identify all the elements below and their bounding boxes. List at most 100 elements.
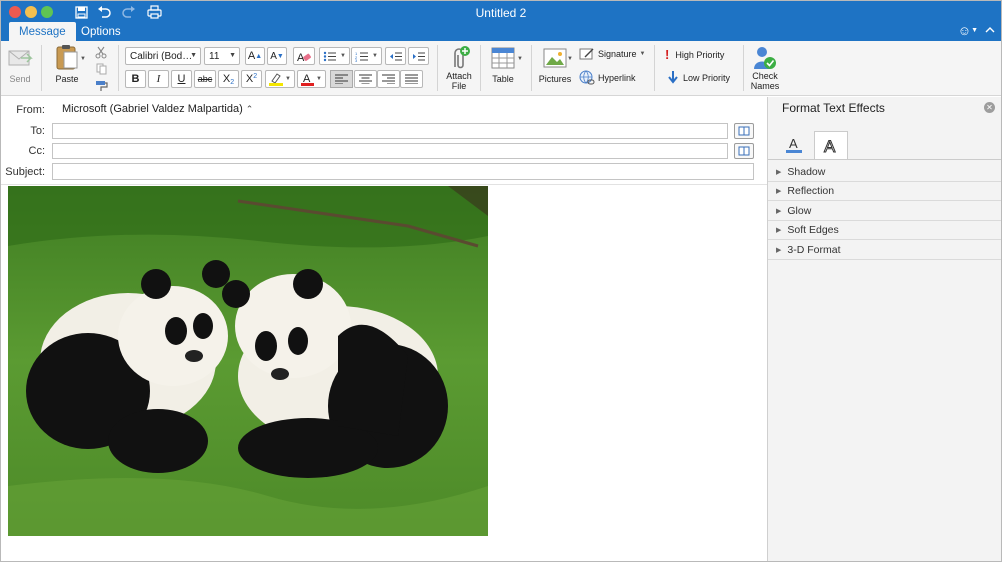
- section-3d-format[interactable]: ▶ 3-D Format: [768, 241, 1001, 260]
- signature-icon: [579, 48, 594, 60]
- decrease-indent-icon[interactable]: [385, 47, 406, 65]
- cc-field[interactable]: [52, 143, 728, 159]
- expand-triangle-icon: ▶: [776, 247, 782, 254]
- high-priority-label: High Priority: [675, 49, 725, 60]
- cc-address-book-icon[interactable]: [734, 143, 754, 159]
- section-shadow[interactable]: ▶ Shadow: [768, 163, 1001, 182]
- subject-label: Subject:: [5, 166, 45, 178]
- chevron-down-icon: ▼: [639, 51, 646, 57]
- ribbon-divider: [743, 45, 744, 91]
- highlight-button[interactable]: ▼: [265, 70, 295, 88]
- clear-formatting-icon[interactable]: A: [293, 47, 315, 65]
- text-effects-tab[interactable]: A: [814, 131, 848, 159]
- to-label: To:: [30, 125, 45, 137]
- svg-text:A: A: [824, 137, 836, 156]
- from-account-selector[interactable]: Microsoft (Gabriel Valdez Malpartida) ⌃: [62, 103, 253, 115]
- section-reflection[interactable]: ▶ Reflection: [768, 182, 1001, 201]
- table-button[interactable]: Table: [487, 47, 519, 84]
- text-fill-icon: A: [786, 136, 802, 153]
- ribbon-divider: [654, 45, 655, 91]
- signature-label: Signature: [598, 49, 637, 59]
- chevron-down-icon: ▼: [285, 76, 291, 82]
- from-label: From:: [16, 104, 45, 116]
- font-name-value: Calibri (Bod…: [130, 50, 193, 62]
- subscript-button[interactable]: X2: [218, 70, 239, 88]
- grow-font-button[interactable]: A ▲: [245, 47, 265, 65]
- ribbon-divider: [531, 45, 532, 91]
- numbering-button[interactable]: 123 ▼: [351, 47, 382, 65]
- strikethrough-button[interactable]: abc: [194, 70, 216, 88]
- cut-icon[interactable]: [90, 43, 112, 61]
- ribbon-divider: [41, 45, 42, 91]
- section-label: Glow: [787, 205, 812, 217]
- bold-button[interactable]: B: [125, 70, 146, 88]
- paste-options-caret-icon[interactable]: ▼: [80, 56, 86, 62]
- ribbon-divider: [118, 45, 119, 91]
- to-address-book-icon[interactable]: [734, 123, 754, 139]
- tab-options[interactable]: Options: [71, 22, 131, 41]
- clipboard-icon: [56, 45, 78, 70]
- section-soft-edges[interactable]: ▶ Soft Edges: [768, 221, 1001, 240]
- copy-icon[interactable]: [90, 60, 112, 78]
- bullets-button[interactable]: ▼: [319, 47, 350, 65]
- font-name-dropdown[interactable]: Calibri (Bod… ▼: [125, 47, 201, 65]
- section-label: 3-D Format: [787, 244, 841, 256]
- ribbon: Send Paste ▼ Calibri (Bod… ▼ 11 ▼ A ▲ A ▼: [1, 41, 1001, 96]
- send-label: Send: [9, 74, 31, 84]
- section-label: Reflection: [787, 185, 835, 197]
- shrink-font-button[interactable]: A ▼: [267, 47, 287, 65]
- text-fill-tab[interactable]: A: [777, 131, 811, 159]
- justify-icon[interactable]: [400, 70, 423, 88]
- feedback-caret-icon[interactable]: ▼: [971, 27, 978, 34]
- section-glow[interactable]: ▶ Glow: [768, 202, 1001, 221]
- title-bar: Untitled 2 Message Options ☺ ▼: [1, 1, 1001, 41]
- paste-label: Paste: [55, 74, 79, 84]
- font-color-button[interactable]: A ▼: [297, 70, 326, 88]
- expand-triangle-icon: ▶: [776, 169, 782, 176]
- font-size-dropdown[interactable]: 11 ▼: [204, 47, 240, 65]
- feedback-smiley-icon[interactable]: ☺: [958, 23, 971, 38]
- pane-tab-divider: [768, 159, 1001, 160]
- underline-button[interactable]: U: [171, 70, 192, 88]
- send-button[interactable]: Send: [5, 47, 35, 84]
- ribbon-divider: [437, 45, 438, 91]
- low-priority-label: Low Priority: [683, 72, 731, 83]
- check-names-button[interactable]: Check Names: [747, 45, 783, 91]
- high-priority-button[interactable]: ! High Priority: [665, 48, 724, 61]
- expand-triangle-icon: ▶: [776, 208, 782, 215]
- bullets-icon: [323, 51, 337, 61]
- low-priority-button[interactable]: Low Priority: [667, 71, 730, 84]
- paste-button[interactable]: Paste: [51, 44, 83, 84]
- chevron-down-icon: ▼: [372, 53, 378, 59]
- subject-field[interactable]: [52, 163, 754, 180]
- pictures-caret-icon[interactable]: ▼: [567, 56, 573, 62]
- highlighter-icon: [269, 73, 284, 86]
- italic-button[interactable]: I: [148, 70, 169, 88]
- close-pane-icon[interactable]: ✕: [984, 102, 995, 113]
- superscript-button[interactable]: X2: [241, 70, 262, 88]
- align-left-icon[interactable]: [330, 70, 353, 88]
- subscript-label: X: [222, 73, 231, 85]
- attach-file-button[interactable]: Attach File: [442, 45, 476, 91]
- hyperlink-button[interactable]: Hyperlink: [579, 70, 636, 85]
- align-center-icon[interactable]: [354, 70, 377, 88]
- text-effects-icon: A: [824, 136, 837, 156]
- expand-triangle-icon: ▶: [776, 227, 782, 234]
- collapse-ribbon-icon[interactable]: [985, 25, 995, 36]
- align-right-icon[interactable]: [377, 70, 400, 88]
- pictures-button[interactable]: Pictures: [537, 48, 573, 84]
- outlook-compose-window: Untitled 2 Message Options ☺ ▼ Send Past…: [0, 0, 1002, 562]
- subscript-mark: 2: [230, 78, 235, 86]
- to-field[interactable]: [52, 123, 728, 139]
- tab-message[interactable]: Message: [9, 22, 76, 41]
- chevron-down-icon: ▼: [229, 52, 236, 59]
- header-divider: [1, 184, 767, 185]
- from-account-value: Microsoft (Gabriel Valdez Malpartida): [62, 103, 243, 115]
- superscript-label: X: [245, 73, 254, 85]
- signature-button[interactable]: Signature ▼: [579, 47, 645, 61]
- panda-photo[interactable]: [8, 186, 488, 536]
- hyperlink-label: Hyperlink: [598, 72, 636, 83]
- table-caret-icon[interactable]: ▼: [517, 56, 523, 62]
- increase-indent-icon[interactable]: [408, 47, 429, 65]
- format-painter-icon[interactable]: [90, 77, 112, 95]
